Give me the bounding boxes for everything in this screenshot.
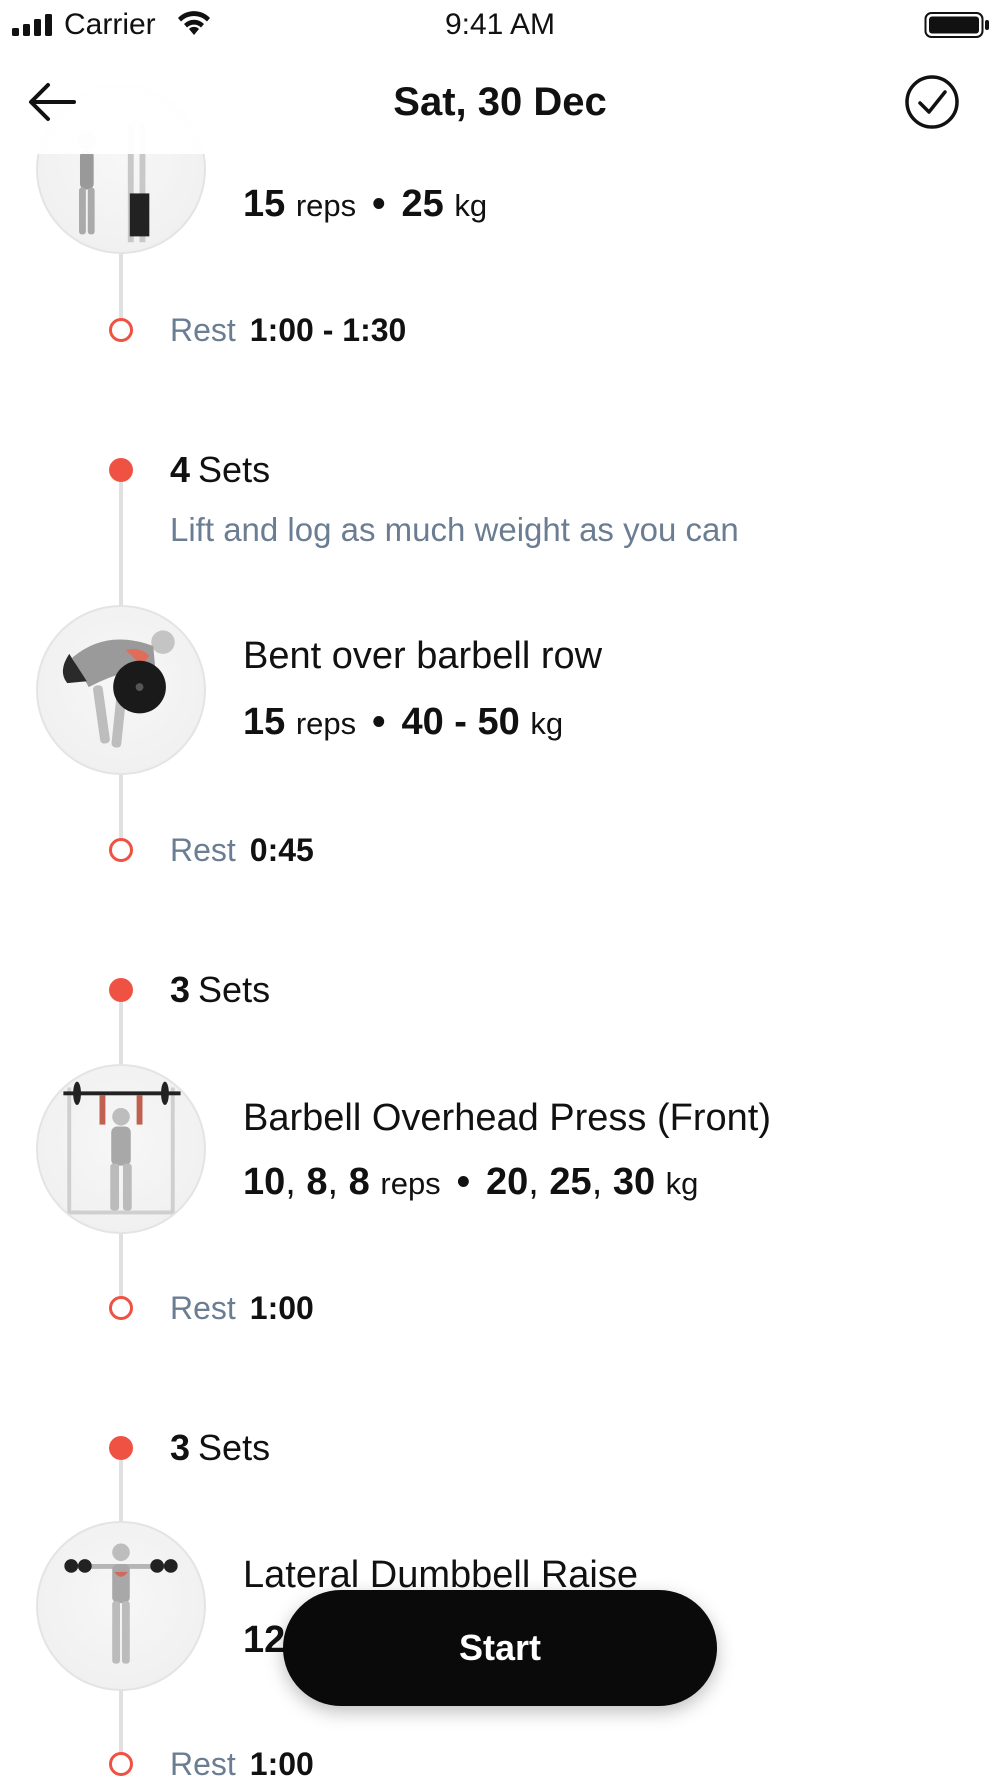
exercise-detail: 10, 8, 8 reps • 20, 25, 30 kg bbox=[243, 1161, 699, 1203]
clock: 9:41 AM bbox=[444, 8, 556, 41]
rest-marker bbox=[109, 318, 133, 342]
exercise-name[interactable]: Barbell Overhead Press (Front) bbox=[243, 1094, 771, 1142]
set-marker bbox=[109, 458, 133, 482]
battery-icon bbox=[924, 12, 989, 38]
sets-row: 3 Sets bbox=[170, 969, 271, 1010]
start-button[interactable]: Start bbox=[283, 1590, 717, 1706]
overhead-press-figure bbox=[63, 1081, 181, 1215]
page-title: Sat, 30 Dec bbox=[393, 80, 607, 124]
rest-row[interactable]: Rest 1:00 bbox=[170, 1288, 314, 1328]
exercise-thumbnail[interactable] bbox=[36, 605, 206, 775]
exercise-thumbnail[interactable] bbox=[36, 1521, 206, 1691]
status-bar: Carrier 9:41 AM bbox=[0, 0, 1000, 52]
rest-row[interactable]: Rest 1:00 - 1:30 bbox=[170, 310, 406, 350]
barbell-row-figure bbox=[62, 630, 175, 748]
exercise-detail: 15 reps • 25 kg bbox=[243, 183, 488, 225]
check-circle-icon[interactable] bbox=[904, 74, 960, 130]
exercise-thumbnail[interactable] bbox=[36, 1064, 206, 1234]
rest-marker bbox=[109, 838, 133, 862]
rest-row[interactable]: Rest 0:45 bbox=[170, 830, 314, 870]
exercise-detail: 15 reps • 40 - 50 kg bbox=[243, 701, 564, 743]
sets-row: 3 Sets bbox=[170, 1427, 271, 1468]
rest-marker bbox=[109, 1296, 133, 1320]
nav-bar: Sat, 30 Dec bbox=[0, 52, 1000, 154]
sets-note: Lift and log as much weight as you can bbox=[170, 511, 739, 548]
set-marker bbox=[109, 978, 133, 1002]
exercise-name[interactable]: Bent over barbell row bbox=[243, 632, 602, 680]
set-marker bbox=[109, 1436, 133, 1460]
sets-row: 4 Sets bbox=[170, 449, 271, 490]
rest-marker bbox=[109, 1752, 133, 1776]
rest-row[interactable]: Rest 1:00 bbox=[170, 1744, 314, 1778]
lateral-raise-figure bbox=[64, 1543, 178, 1664]
